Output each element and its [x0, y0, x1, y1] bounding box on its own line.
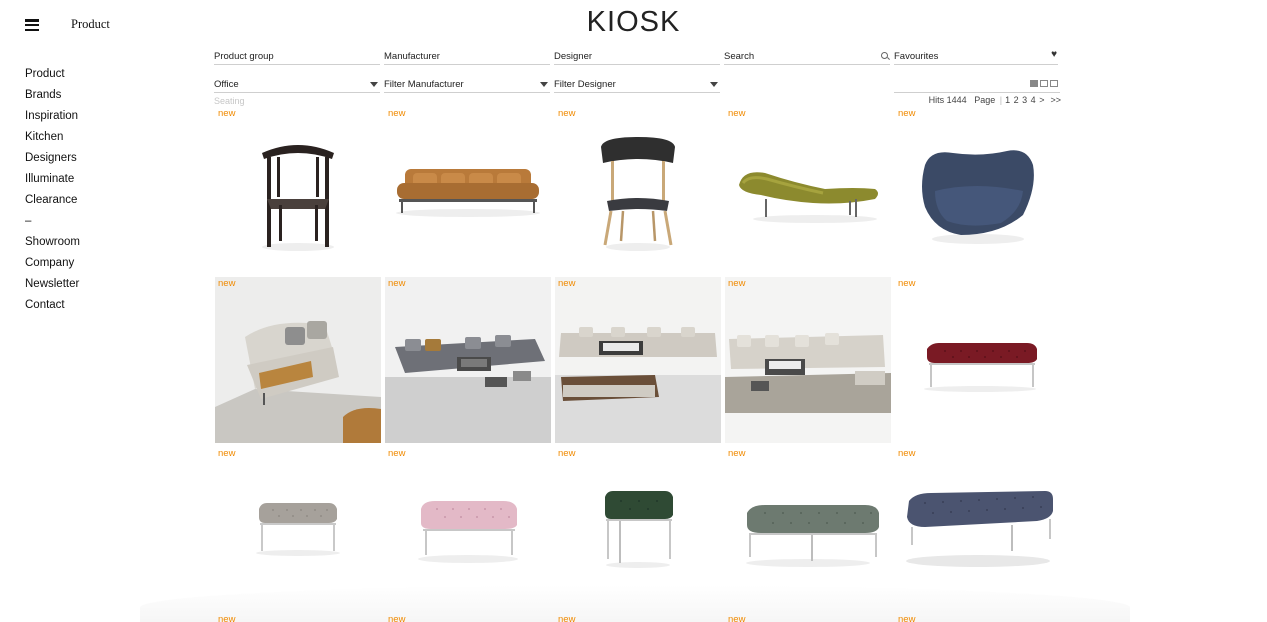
- new-badge: new: [388, 278, 406, 289]
- nav-item-illuminate[interactable]: Illuminate: [25, 171, 80, 192]
- new-badge: new: [898, 108, 916, 119]
- product-image-dark-chair: [262, 145, 334, 251]
- product-card[interactable]: new: [385, 277, 551, 443]
- new-badge: new: [558, 614, 576, 622]
- chevron-down-icon: [540, 82, 548, 87]
- favourites-link[interactable]: Favourites ♥: [894, 49, 1058, 65]
- nav-item-clearance[interactable]: Clearance: [25, 192, 80, 213]
- manufacturer-label: Manufacturer: [384, 51, 440, 62]
- small-grid-view-icon[interactable]: [1040, 80, 1048, 87]
- page-4[interactable]: 4: [1031, 95, 1036, 105]
- product-image-sofa-scene: [215, 277, 381, 443]
- product-image-navy-ottoman: [906, 491, 1053, 567]
- favourites-label: Favourites: [894, 51, 939, 62]
- nav-item-newsletter[interactable]: Newsletter: [25, 276, 80, 297]
- search-input[interactable]: Search: [724, 51, 890, 65]
- nav-item-designers[interactable]: Designers: [25, 150, 80, 171]
- next-row-badges: new new new new new: [215, 614, 1061, 622]
- product-card[interactable]: new: [895, 107, 1061, 273]
- product-image-sectional-scene: [385, 277, 551, 443]
- new-badge: new: [388, 614, 406, 622]
- hits-count: Hits 1444: [928, 95, 967, 105]
- new-badge: new: [218, 108, 236, 119]
- nav-divider: –: [25, 215, 32, 227]
- product-card[interactable]: new: [555, 277, 721, 443]
- new-badge: new: [898, 278, 916, 289]
- nav-item-inspiration[interactable]: Inspiration: [25, 108, 80, 129]
- product-card[interactable]: new: [725, 277, 891, 443]
- nav-item-contact[interactable]: Contact: [25, 297, 80, 318]
- new-badge: new: [728, 108, 746, 119]
- page-3[interactable]: 3: [1022, 95, 1027, 105]
- new-badge: new: [558, 108, 576, 119]
- manufacturer-value: Filter Manufacturer: [384, 79, 464, 90]
- product-group-value: Office: [214, 79, 239, 90]
- search-label: Search: [724, 51, 755, 62]
- designer-value: Filter Designer: [554, 79, 616, 90]
- page-label: Page: [974, 95, 996, 105]
- new-badge: new: [558, 448, 576, 459]
- new-badge: new: [558, 278, 576, 289]
- designer-filter-label: Designer: [554, 51, 720, 65]
- new-badge: new: [898, 448, 916, 459]
- view-toggles: [1030, 80, 1058, 87]
- designer-select[interactable]: Filter Designer: [554, 79, 720, 93]
- new-badge: new: [218, 614, 236, 622]
- product-card[interactable]: new: [895, 447, 1061, 613]
- product-card[interactable]: new: [215, 277, 381, 443]
- heart-icon[interactable]: ♥: [1051, 49, 1057, 60]
- product-image-tan-sofa: [396, 169, 540, 217]
- new-badge: new: [898, 614, 916, 622]
- page-2[interactable]: 2: [1014, 95, 1019, 105]
- list-view-icon[interactable]: [1050, 80, 1058, 87]
- new-badge: new: [728, 614, 746, 622]
- new-badge: new: [388, 108, 406, 119]
- product-group-select[interactable]: Office: [214, 79, 380, 93]
- subcategory-seating[interactable]: Seating: [214, 96, 245, 106]
- new-badge: new: [728, 448, 746, 459]
- chevron-down-icon: [370, 82, 378, 87]
- product-image-sectional-scene-2: [555, 277, 721, 443]
- product-card[interactable]: new: [385, 107, 551, 273]
- new-badge: new: [388, 448, 406, 459]
- nav-item-product[interactable]: Product: [25, 66, 80, 87]
- designer-label: Designer: [554, 51, 593, 62]
- nav-item-brands[interactable]: Brands: [25, 87, 80, 108]
- pagination: Hits 1444 Page | 1 2 3 4 > >>: [928, 95, 1061, 105]
- chevron-down-icon: [710, 82, 718, 87]
- page-1[interactable]: 1: [1005, 95, 1010, 105]
- manufacturer-filter-label: Manufacturer: [384, 51, 550, 65]
- product-card[interactable]: new: [555, 107, 721, 273]
- kiosk-logo[interactable]: KIOSK: [587, 6, 681, 38]
- nav-item-showroom[interactable]: Showroom: [25, 234, 80, 255]
- product-image-blue-armchair: [922, 150, 1034, 244]
- next-page[interactable]: >: [1039, 95, 1044, 105]
- product-card[interactable]: new: [215, 107, 381, 273]
- product-image-sectional-scene-3: [725, 277, 891, 443]
- product-group-label: Product group: [214, 51, 274, 62]
- large-grid-view-icon[interactable]: [1030, 80, 1038, 87]
- product-grid: new new new new new new new new new new …: [215, 107, 1061, 613]
- product-card[interactable]: new: [895, 277, 1061, 443]
- hamburger-icon[interactable]: [25, 19, 39, 31]
- new-badge: new: [728, 278, 746, 289]
- nav-item-company[interactable]: Company: [25, 255, 80, 276]
- new-badge: new: [218, 278, 236, 289]
- new-badge: new: [218, 448, 236, 459]
- product-group-filter-label: Product group: [214, 51, 380, 65]
- search-icon[interactable]: [881, 52, 888, 59]
- manufacturer-select[interactable]: Filter Manufacturer: [384, 79, 550, 93]
- left-navigation: Product Brands Inspiration Kitchen Desig…: [25, 66, 80, 318]
- product-card[interactable]: new: [725, 107, 891, 273]
- nav-item-kitchen[interactable]: Kitchen: [25, 129, 80, 150]
- last-page[interactable]: >>: [1050, 95, 1061, 105]
- product-image-wood-chair: [601, 137, 675, 251]
- product-image-green-chaise: [739, 172, 878, 223]
- product-image-red-bench: [924, 343, 1037, 392]
- section-label: Product: [71, 17, 110, 31]
